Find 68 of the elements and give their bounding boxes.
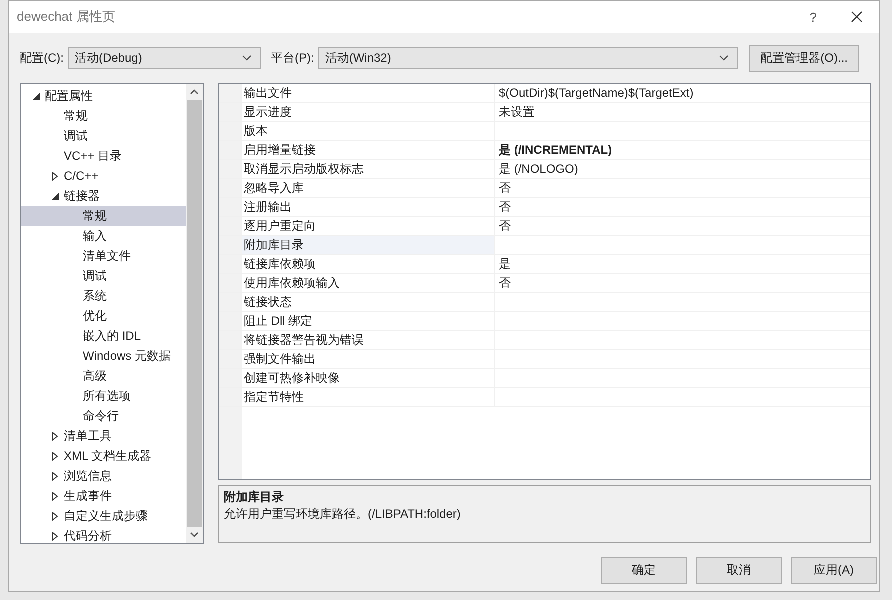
tree-item[interactable]: 所有选项 xyxy=(21,386,186,406)
property-name[interactable]: 取消显示启动版权标志 xyxy=(242,160,495,178)
tree-item[interactable]: 配置属性 xyxy=(21,86,186,106)
property-name[interactable]: 忽略导入库 xyxy=(242,179,495,197)
property-name[interactable]: 注册输出 xyxy=(242,198,495,216)
window-title: dewechat 属性页 xyxy=(17,8,116,26)
dialog-button[interactable]: 取消 xyxy=(696,557,782,584)
property-name[interactable]: 阻止 Dll 绑定 xyxy=(242,312,495,330)
property-name[interactable]: 链接库依赖项 xyxy=(242,255,495,273)
scrollbar[interactable] xyxy=(186,84,203,543)
property-name[interactable]: 输出文件 xyxy=(242,84,495,102)
property-value[interactable]: $(OutDir)$(TargetName)$(TargetExt) xyxy=(495,84,870,102)
tree-item[interactable]: 常规 xyxy=(21,206,186,226)
tree-item[interactable]: 自定义生成步骤 xyxy=(21,506,186,526)
tree-item[interactable]: VC++ 目录 xyxy=(21,146,186,166)
property-value[interactable]: 是 (/NOLOGO) xyxy=(495,160,870,178)
tree-item[interactable]: C/C++ xyxy=(21,166,186,186)
scroll-up-icon[interactable] xyxy=(190,89,199,95)
config-label: 配置(C): xyxy=(20,50,64,66)
config-manager-button[interactable]: 配置管理器(O)... xyxy=(749,44,860,72)
tree-item[interactable]: 系统 xyxy=(21,286,186,306)
scroll-thumb[interactable] xyxy=(187,100,202,527)
property-value[interactable]: 否 xyxy=(495,179,870,197)
tree-item[interactable]: 常规 xyxy=(21,106,186,126)
property-value[interactable]: 否 xyxy=(495,198,870,216)
platform-label: 平台(P): xyxy=(271,50,314,66)
property-value[interactable]: 未设置 xyxy=(495,103,870,121)
tree-item[interactable]: 调试 xyxy=(21,266,186,286)
tree-item[interactable]: 浏览信息 xyxy=(21,466,186,486)
description-text: 允许用户重写环境库路径。(/LIBPATH:folder) xyxy=(224,506,462,523)
tree-item[interactable]: 清单工具 xyxy=(21,426,186,446)
property-name[interactable]: 显示进度 xyxy=(242,103,495,121)
property-name[interactable]: 创建可热修补映像 xyxy=(242,369,495,387)
dialog-button[interactable]: 确定 xyxy=(601,557,687,584)
property-value[interactable]: 否 xyxy=(495,274,870,292)
scroll-down-icon[interactable] xyxy=(190,532,199,538)
property-value[interactable]: 是 (/INCREMENTAL) xyxy=(495,141,870,159)
platform-dropdown[interactable]: 活动(Win32) xyxy=(318,47,738,69)
tree-item[interactable]: 嵌入的 IDL xyxy=(21,326,186,346)
property-name[interactable]: 将链接器警告视为错误 xyxy=(242,331,495,349)
config-dropdown[interactable]: 活动(Debug) xyxy=(68,47,261,69)
tree-item[interactable]: Windows 元数据 xyxy=(21,346,186,366)
property-name[interactable]: 强制文件输出 xyxy=(242,350,495,368)
chevron-icon xyxy=(242,55,252,61)
tree-item[interactable]: 命令行 xyxy=(21,406,186,426)
dialog-button[interactable]: 应用(A) xyxy=(791,557,877,584)
property-name[interactable]: 附加库目录 xyxy=(242,236,495,254)
tree-item[interactable]: XML 文档生成器 xyxy=(21,446,186,466)
tree-item[interactable]: 优化 xyxy=(21,306,186,326)
property-value[interactable]: 否 xyxy=(495,217,870,235)
tree-item[interactable]: 清单文件 xyxy=(21,246,186,266)
property-name[interactable]: 指定节特性 xyxy=(242,388,495,406)
property-name[interactable]: 链接状态 xyxy=(242,293,495,311)
tree-item[interactable]: 生成事件 xyxy=(21,486,186,506)
property-value[interactable]: 是 xyxy=(495,255,870,273)
property-name[interactable]: 启用增量链接 xyxy=(242,141,495,159)
property-name[interactable]: 逐用户重定向 xyxy=(242,217,495,235)
tree-item[interactable]: 高级 xyxy=(21,366,186,386)
chevron-icon xyxy=(719,55,730,61)
help-button[interactable]: ? xyxy=(810,10,817,24)
tree-item[interactable]: 代码分析 xyxy=(21,526,186,543)
tree-item[interactable]: 调试 xyxy=(21,126,186,146)
description-title: 附加库目录 xyxy=(224,489,285,506)
property-name[interactable]: 版本 xyxy=(242,122,495,140)
tree-item[interactable]: 输入 xyxy=(21,226,186,246)
tree-item[interactable]: 链接器 xyxy=(21,186,186,206)
close-icon[interactable] xyxy=(851,11,863,23)
property-name[interactable]: 使用库依赖项输入 xyxy=(242,274,495,292)
